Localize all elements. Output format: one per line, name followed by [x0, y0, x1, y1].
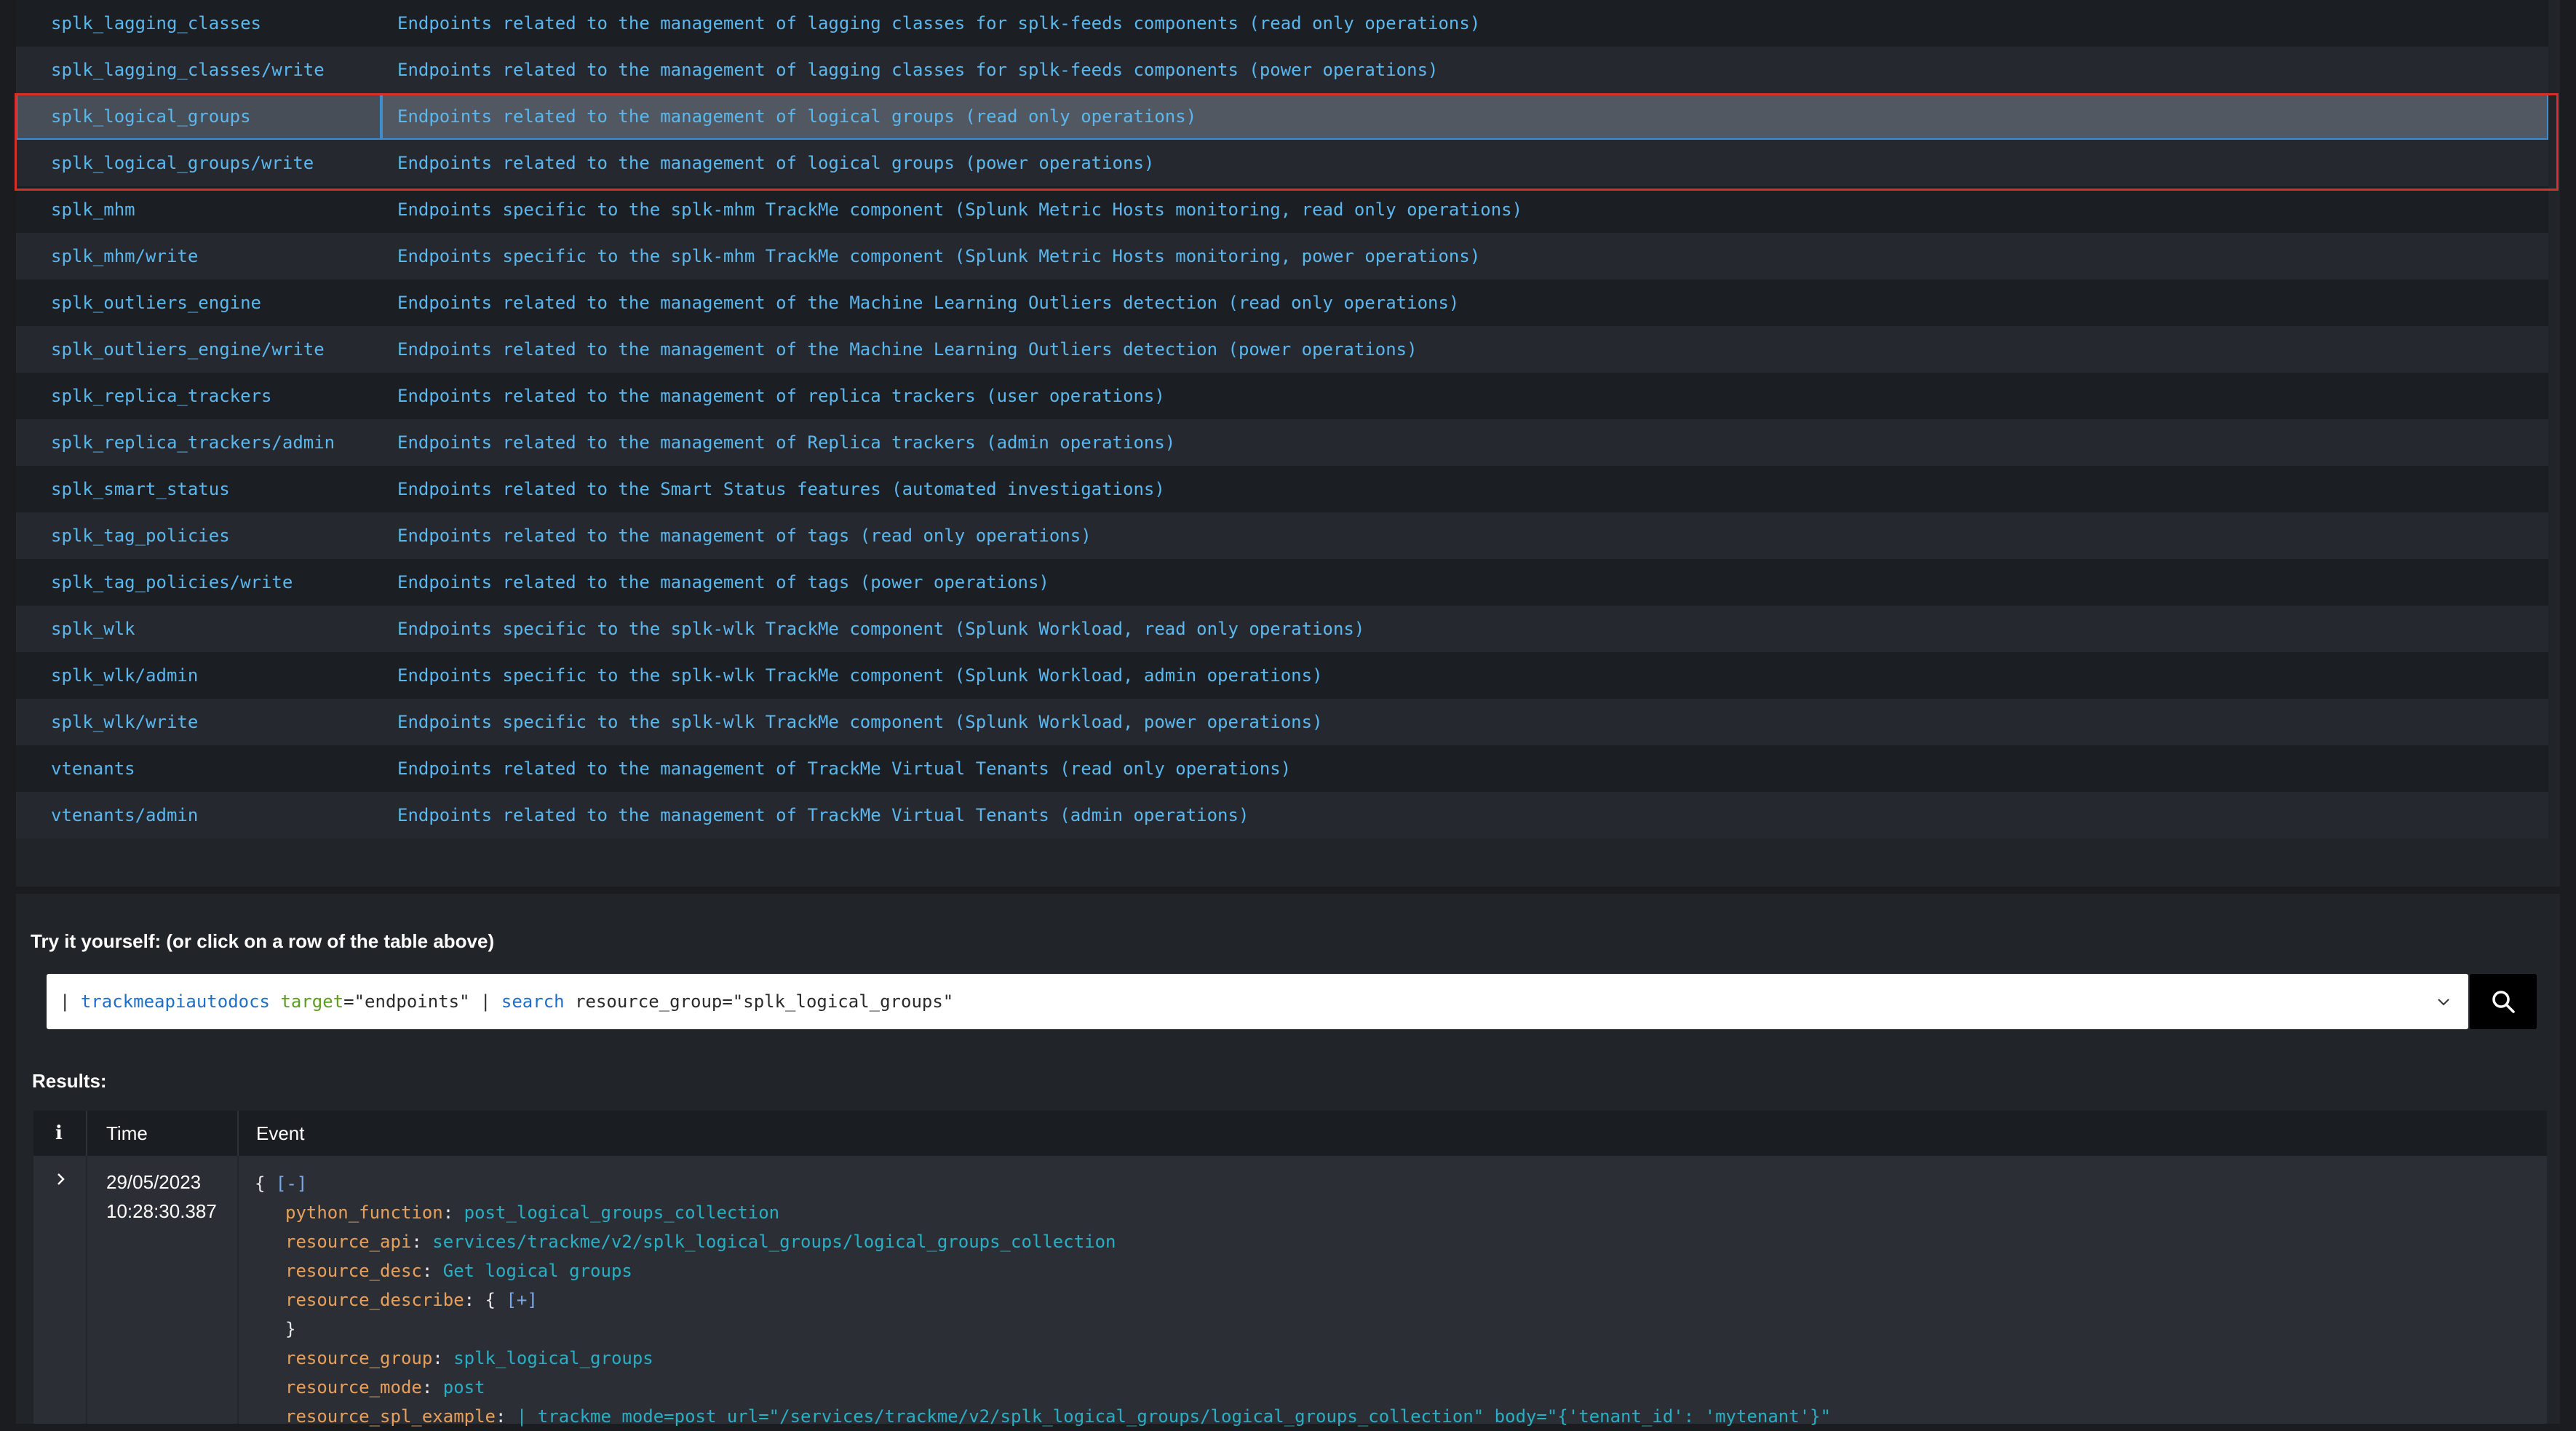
- result-time: 29/05/2023 10:28:30.387: [106, 1168, 217, 1226]
- endpoint-description[interactable]: Endpoints related to the management of l…: [381, 93, 2548, 140]
- json-open-brace: {: [485, 1290, 496, 1310]
- result-timestamp: 10:28:30.387: [106, 1200, 217, 1222]
- endpoints-panel: splk_lagging_classes Endpoints related to…: [16, 0, 2560, 887]
- json-close-brace: }: [285, 1319, 296, 1339]
- endpoint-name[interactable]: splk_replica_trackers: [16, 373, 381, 419]
- search-input[interactable]: | trackmeapiautodocs target="endpoints" …: [47, 974, 2468, 1029]
- endpoint-name[interactable]: vtenants/admin: [16, 792, 381, 839]
- endpoints-table: splk_lagging_classes Endpoints related to…: [16, 0, 2548, 839]
- endpoint-description[interactable]: Endpoints related to the management of T…: [381, 792, 2548, 839]
- endpoint-description[interactable]: Endpoints related to the management of T…: [381, 745, 2548, 792]
- search-pipe: |: [60, 991, 71, 1012]
- endpoint-description[interactable]: Endpoints related to the management of t…: [381, 512, 2548, 559]
- endpoint-row[interactable]: splk_outliers_engine Endpoints related to…: [16, 280, 2548, 326]
- endpoint-description[interactable]: Endpoints related to the management of t…: [381, 559, 2548, 606]
- results-label: Results:: [32, 1070, 107, 1092]
- endpoint-description[interactable]: Endpoints related to the Smart Status fe…: [381, 466, 2548, 512]
- endpoint-name[interactable]: splk_wlk: [16, 606, 381, 652]
- search-arg-key: target: [280, 991, 344, 1012]
- json-key[interactable]: resource_api: [285, 1232, 411, 1252]
- endpoint-name[interactable]: splk_lagging_classes: [16, 0, 381, 47]
- result-date: 29/05/2023: [106, 1171, 202, 1193]
- json-value[interactable]: post_logical_groups_collection: [464, 1202, 779, 1223]
- result-row: 29/05/2023 10:28:30.387 { [-] python_fun…: [33, 1156, 2547, 1427]
- endpoint-description[interactable]: Endpoints related to the management of l…: [381, 47, 2548, 93]
- endpoint-row[interactable]: splk_wlk/admin Endpoints specific to the …: [16, 652, 2548, 699]
- search-arg-value: ="endpoints": [343, 991, 470, 1012]
- endpoint-name[interactable]: splk_tag_policies: [16, 512, 381, 559]
- endpoint-name[interactable]: splk_logical_groups/write: [16, 140, 381, 186]
- endpoint-row[interactable]: splk_replica_trackers/admin Endpoints rel…: [16, 419, 2548, 466]
- endpoint-description[interactable]: Endpoints specific to the splk-mhm Track…: [381, 186, 2548, 233]
- endpoint-description[interactable]: Endpoints specific to the splk-wlk Track…: [381, 699, 2548, 745]
- endpoint-row[interactable]: splk_logical_groups/write Endpoints relat…: [16, 140, 2548, 186]
- endpoint-row[interactable]: splk_wlk/write Endpoints specific to the …: [16, 699, 2548, 745]
- endpoint-description[interactable]: Endpoints related to the management of t…: [381, 326, 2548, 373]
- endpoint-name[interactable]: splk_wlk/admin: [16, 652, 381, 699]
- info-column-header: i: [55, 1122, 63, 1144]
- json-key[interactable]: resource_describe: [285, 1290, 464, 1310]
- chevron-down-icon[interactable]: [2436, 994, 2451, 1009]
- try-it-label: Try it yourself: (or click on a row of t…: [31, 930, 495, 952]
- endpoint-name[interactable]: vtenants: [16, 745, 381, 792]
- endpoint-row[interactable]: splk_wlk Endpoints specific to the splk-w…: [16, 606, 2548, 652]
- endpoint-row[interactable]: splk_mhm Endpoints specific to the splk-m…: [16, 186, 2548, 233]
- endpoint-row[interactable]: splk_replica_trackers Endpoints related t…: [16, 373, 2548, 419]
- search-filter: resource_group="splk_logical_groups": [575, 991, 954, 1012]
- results-table-header: i Time Event: [33, 1111, 2547, 1156]
- chevron-right-icon[interactable]: [54, 1172, 68, 1186]
- json-key[interactable]: resource_mode: [285, 1377, 422, 1398]
- search-icon: [2492, 991, 2515, 1013]
- endpoint-row[interactable]: splk_mhm/write Endpoints specific to the …: [16, 233, 2548, 280]
- endpoint-row[interactable]: vtenants/admin Endpoints related to the m…: [16, 792, 2548, 839]
- endpoint-description[interactable]: Endpoints specific to the splk-wlk Track…: [381, 652, 2548, 699]
- search-button[interactable]: [2470, 974, 2537, 1029]
- result-event: { [-] python_function: post_logical_grou…: [255, 1173, 1832, 1427]
- endpoint-name[interactable]: splk_logical_groups: [16, 93, 381, 140]
- endpoint-row[interactable]: vtenants Endpoints related to the managem…: [16, 745, 2548, 792]
- endpoint-row[interactable]: splk_lagging_classes/write Endpoints rela…: [16, 47, 2548, 93]
- json-value[interactable]: services/trackme/v2/splk_logical_groups/…: [432, 1232, 1116, 1252]
- endpoint-row[interactable]: splk_tag_policies Endpoints related to th…: [16, 512, 2548, 559]
- endpoint-name[interactable]: splk_lagging_classes/write: [16, 47, 381, 93]
- json-value[interactable]: splk_logical_groups: [453, 1348, 653, 1368]
- endpoint-row[interactable]: splk_tag_policies/write Endpoints related…: [16, 559, 2548, 606]
- endpoint-name[interactable]: splk_replica_trackers/admin: [16, 419, 381, 466]
- endpoint-description[interactable]: Endpoints specific to the splk-mhm Track…: [381, 233, 2548, 280]
- endpoint-description[interactable]: Endpoints specific to the splk-wlk Track…: [381, 606, 2548, 652]
- endpoint-description[interactable]: Endpoints related to the management of l…: [381, 0, 2548, 47]
- endpoint-row[interactable]: splk_outliers_engine/write Endpoints rela…: [16, 326, 2548, 373]
- endpoint-name[interactable]: splk_outliers_engine/write: [16, 326, 381, 373]
- event-column-header[interactable]: Event: [256, 1111, 305, 1156]
- endpoint-row[interactable]: splk_smart_status Endpoints related to th…: [16, 466, 2548, 512]
- search-query-text[interactable]: | trackmeapiautodocs target="endpoints" …: [60, 974, 953, 1029]
- json-key[interactable]: resource_desc: [285, 1261, 422, 1281]
- endpoint-row[interactable]: splk_logical_groups Endpoints related to …: [16, 93, 2548, 140]
- json-value[interactable]: post: [443, 1377, 485, 1398]
- collapse-toggle[interactable]: [-]: [276, 1173, 307, 1194]
- endpoint-row[interactable]: splk_lagging_classes Endpoints related to…: [16, 0, 2548, 47]
- endpoint-name[interactable]: splk_tag_policies/write: [16, 559, 381, 606]
- search-pipe-2: |: [480, 991, 491, 1012]
- endpoint-name[interactable]: splk_wlk/write: [16, 699, 381, 745]
- endpoint-description[interactable]: Endpoints related to the management of l…: [381, 140, 2548, 186]
- endpoint-name[interactable]: splk_mhm/write: [16, 233, 381, 280]
- expand-toggle[interactable]: [+]: [506, 1290, 537, 1310]
- endpoint-description[interactable]: Endpoints related to the management of t…: [381, 280, 2548, 326]
- endpoint-name[interactable]: splk_outliers_engine: [16, 280, 381, 326]
- endpoint-name[interactable]: splk_smart_status: [16, 466, 381, 512]
- json-open-brace: {: [255, 1173, 266, 1194]
- endpoint-description[interactable]: Endpoints related to the management of R…: [381, 419, 2548, 466]
- endpoint-name[interactable]: splk_mhm: [16, 186, 381, 233]
- json-key[interactable]: python_function: [285, 1202, 443, 1223]
- time-column-header[interactable]: Time: [106, 1111, 148, 1156]
- endpoint-description[interactable]: Endpoints related to the management of r…: [381, 373, 2548, 419]
- search-command-2: search: [501, 991, 565, 1012]
- json-key[interactable]: resource_group: [285, 1348, 432, 1368]
- search-command: trackmeapiautodocs: [80, 991, 270, 1012]
- json-value[interactable]: Get logical groups: [443, 1261, 632, 1281]
